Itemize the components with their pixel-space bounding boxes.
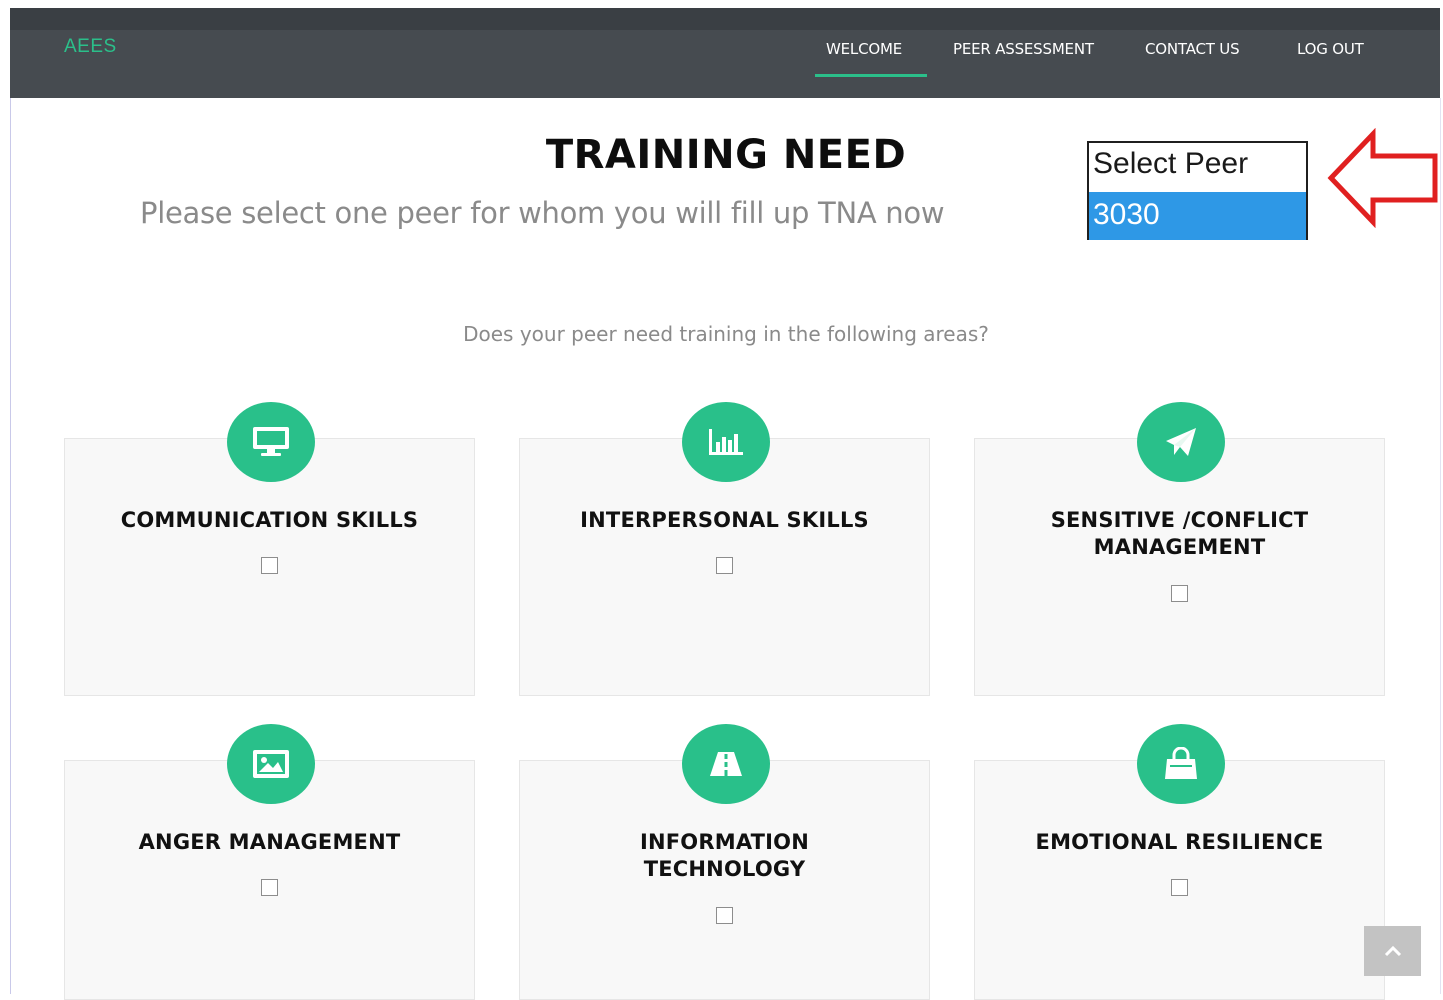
area-title-it: INFORMATION TECHNOLOGY [519, 829, 930, 883]
area-title-it-line2: TECHNOLOGY [643, 857, 806, 881]
brand-logo[interactable]: AEES [64, 36, 117, 58]
training-question: Does your peer need training in the foll… [463, 322, 989, 346]
image-icon [227, 724, 315, 804]
area-title-communication: COMMUNICATION SKILLS [120, 508, 419, 532]
peer-select-placeholder[interactable]: Select Peer [1093, 147, 1248, 181]
top-strip [10, 0, 1440, 8]
content-border-right [1440, 98, 1441, 994]
annotation-arrow-icon [1327, 128, 1438, 228]
peer-option-3030[interactable]: 3030 [1089, 192, 1306, 240]
area-title-it-line1: INFORMATION [639, 830, 810, 854]
checkbox-anger[interactable] [261, 879, 278, 896]
shopping-bag-icon [1137, 724, 1225, 804]
active-nav-indicator [815, 74, 927, 77]
checkbox-conflict[interactable] [1171, 585, 1188, 602]
checkbox-communication[interactable] [261, 557, 278, 574]
checkbox-emotional[interactable] [1171, 879, 1188, 896]
bar-chart-icon [682, 402, 770, 482]
paper-plane-icon [1137, 402, 1225, 482]
nav-item-welcome[interactable]: WELCOME [826, 40, 902, 58]
area-title-conflict: SENSITIVE /CONFLICT MANAGEMENT [974, 507, 1385, 561]
area-title-emotional: EMOTIONAL RESILIENCE [1035, 830, 1324, 854]
peer-select[interactable]: Select Peer 3030 [1087, 141, 1308, 240]
content-border-left [10, 98, 11, 994]
chevron-up-icon [1384, 945, 1401, 957]
area-title-conflict-line1: SENSITIVE /CONFLICT [1050, 508, 1309, 532]
checkbox-it[interactable] [716, 907, 733, 924]
area-title-anger: ANGER MANAGEMENT [138, 830, 401, 854]
nav-item-contact-us[interactable]: CONTACT US [1145, 40, 1240, 58]
desktop-icon [227, 402, 315, 482]
navbar: AEES WELCOME PEER ASSESSMENT CONTACT US … [10, 8, 1440, 98]
scroll-to-top-button[interactable] [1364, 926, 1421, 976]
area-title-conflict-line2: MANAGEMENT [1093, 535, 1266, 559]
page-subtitle: Please select one peer for whom you will… [140, 196, 945, 230]
nav-item-log-out[interactable]: LOG OUT [1297, 40, 1364, 58]
area-title-interpersonal: INTERPERSONAL SKILLS [580, 508, 869, 532]
nav-item-peer-assessment[interactable]: PEER ASSESSMENT [953, 40, 1094, 58]
checkbox-interpersonal[interactable] [716, 557, 733, 574]
road-icon [682, 724, 770, 804]
